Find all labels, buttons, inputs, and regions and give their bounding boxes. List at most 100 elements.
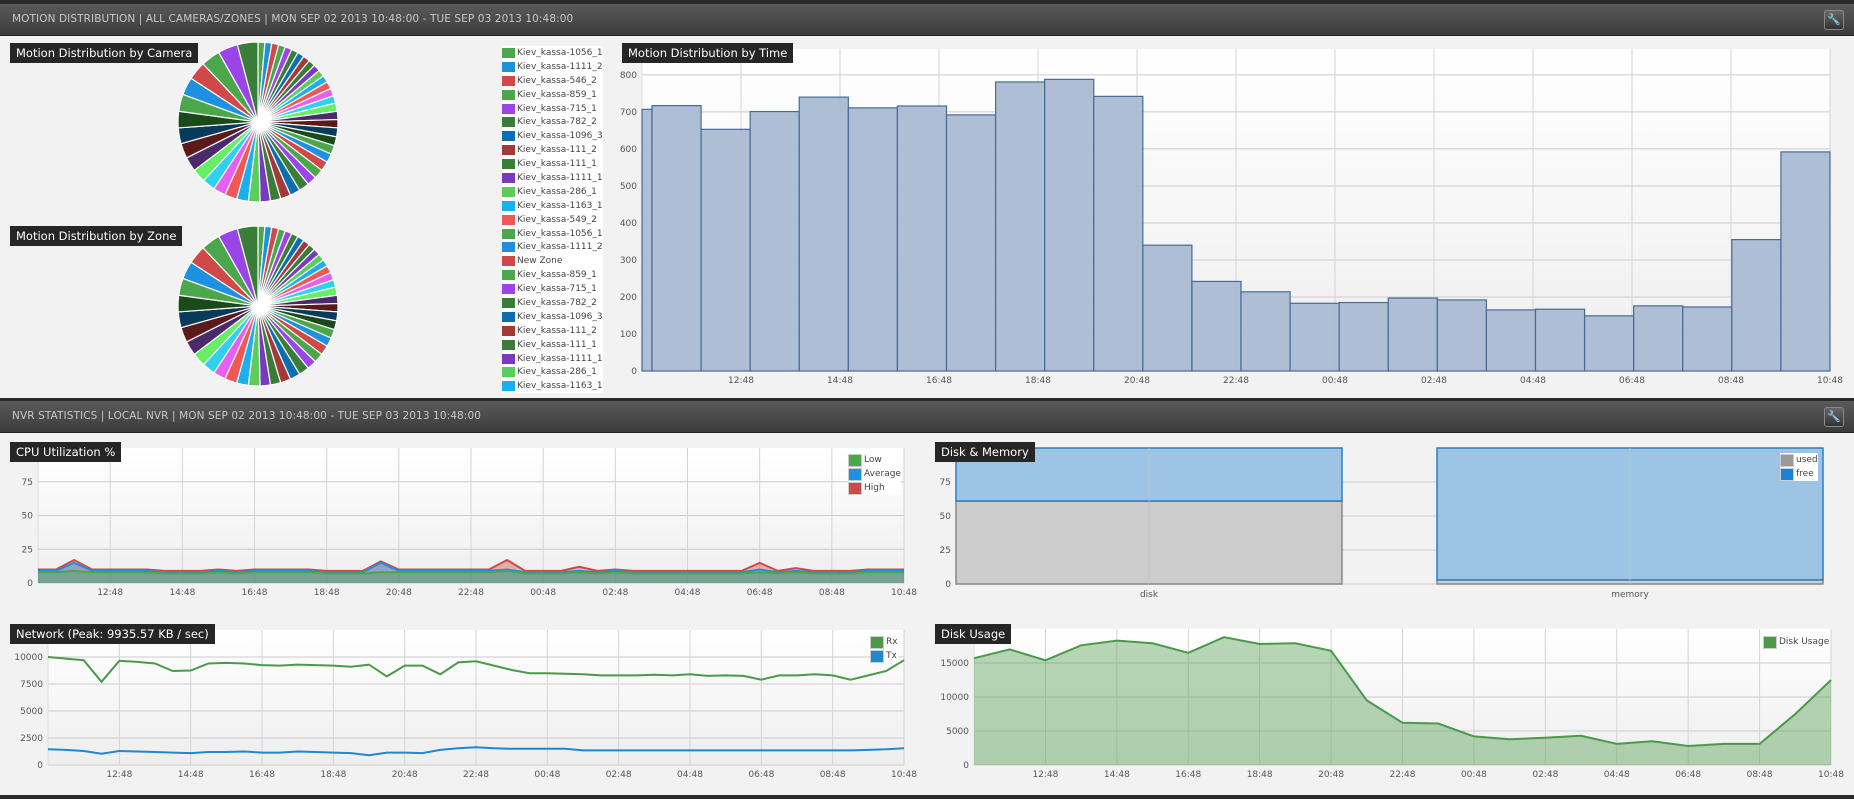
time-histogram-y-tick: 300 [620, 256, 637, 266]
legend-swatch [502, 353, 515, 364]
cpu-chart-y-tick: 50 [22, 512, 34, 522]
histogram-bar [700, 128, 751, 372]
legend-label: Kiev_kassa-111_2 [517, 325, 597, 336]
disk-memory-x-label: memory [1611, 590, 1649, 600]
legend-item[interactable]: Low [848, 453, 901, 467]
cpu-chart-title: CPU Utilization % [10, 442, 122, 462]
legend-item[interactable]: Kiev_kassa-1163_1 [502, 379, 603, 393]
cpu-chart-x-tick: 16:48 [242, 588, 268, 598]
legend-label: Kiev_kassa-859_1 [517, 89, 597, 100]
time-histogram-x-tick: 18:48 [1025, 376, 1051, 386]
time-histogram-y-tick: 500 [620, 182, 637, 192]
legend-item[interactable]: Kiev_kassa-111_2 [502, 143, 603, 157]
disk-memory-chart-y-tick: 25 [940, 546, 951, 556]
legend-item[interactable]: used [1780, 453, 1818, 467]
network-chart-y-tick: 2500 [20, 734, 43, 744]
legend-item[interactable]: Kiev_kassa-1111_2 [502, 240, 603, 254]
legend-item[interactable]: free [1780, 467, 1818, 481]
legend-swatch [1763, 635, 1777, 649]
legend-label: Kiev_kassa-1111_2 [517, 242, 603, 253]
legend-item[interactable]: Kiev_kassa-782_2 [502, 115, 603, 129]
time-histogram-y-tick: 700 [620, 108, 637, 118]
network-chart-x-tick: 20:48 [392, 770, 418, 780]
disk-usage-legend: Disk Usage [1763, 635, 1830, 649]
network-chart-x-tick: 00:48 [534, 770, 560, 780]
disk-memory-chart-y-tick: 50 [940, 512, 952, 522]
cpu-chart-x-tick: 12:48 [97, 588, 123, 598]
legend-label: Kiev_kassa-111_2 [517, 145, 597, 156]
histogram-bar [1436, 299, 1488, 372]
disk-usage-chart-y-tick: 5000 [946, 727, 969, 737]
legend-swatch [502, 117, 515, 128]
time-histogram-x-tick: 06:48 [1619, 376, 1645, 386]
time-histogram-x-tick: 00:48 [1322, 376, 1348, 386]
legend-label: Kiev_kassa-782_2 [517, 297, 597, 308]
legend-item[interactable]: Kiev_kassa-1111_1 [502, 352, 603, 366]
legend-item[interactable]: Average [848, 467, 901, 481]
time-histogram-x-tick: 14:48 [827, 376, 853, 386]
disk-usage-chart-y-tick: 10000 [940, 693, 969, 703]
legend-swatch [502, 47, 515, 58]
histogram-bar [1044, 78, 1095, 372]
time-histogram-x-tick: 16:48 [926, 376, 952, 386]
legend-label: Kiev_kassa-286_1 [517, 367, 597, 378]
time-histogram-title: Motion Distribution by Time [622, 43, 794, 63]
time-histogram-x-tick: 22:48 [1223, 376, 1249, 386]
cpu-chart-x-tick: 02:48 [602, 588, 628, 598]
histogram-bar [1338, 301, 1389, 372]
legend-label: Kiev_kassa-859_1 [517, 270, 597, 281]
legend-item[interactable]: Kiev_kassa-1163_1 [502, 199, 603, 213]
legend-item[interactable]: New Zone [502, 254, 603, 268]
legend-item[interactable]: Kiev_kassa-286_1 [502, 185, 603, 199]
legend-item[interactable]: Kiev_kassa-1056_1 [502, 46, 603, 60]
legend-item[interactable]: Kiev_kassa-111_2 [502, 324, 603, 338]
histogram-bar [1191, 280, 1242, 372]
disk-usage-chart-x-tick: 10:48 [1818, 770, 1844, 780]
legend-item[interactable]: Kiev_kassa-1096_3 [502, 129, 603, 143]
legend-item[interactable]: Kiev_kassa-286_1 [502, 365, 603, 379]
legend-item[interactable]: Kiev_kassa-1111_2 [502, 60, 603, 74]
legend-item[interactable]: Kiev_kassa-1056_1 [502, 227, 603, 241]
legend-label: Kiev_kassa-1163_1 [517, 381, 603, 392]
legend-item[interactable]: Kiev_kassa-859_1 [502, 88, 603, 102]
network-legend: Rx Tx [870, 635, 898, 663]
legend-item[interactable]: Kiev_kassa-549_2 [502, 213, 603, 227]
histogram-bar [1682, 306, 1733, 372]
network-chart-x-tick: 16:48 [249, 770, 275, 780]
disk-usage-chart-x-tick: 16:48 [1175, 770, 1201, 780]
camera-pie-title: Motion Distribution by Camera [10, 43, 199, 63]
legend-item[interactable]: Kiev_kassa-111_1 [502, 157, 603, 171]
disk-usage-chart-x-tick: 20:48 [1318, 770, 1344, 780]
cpu-chart-x-tick: 14:48 [169, 588, 195, 598]
histogram-bar [945, 114, 997, 372]
cpu-chart-y-tick: 75 [22, 478, 33, 488]
legend-item[interactable]: Kiev_kassa-1096_3 [502, 310, 603, 324]
legend-item[interactable]: Kiev_kassa-715_1 [502, 282, 603, 296]
network-chart-x-tick: 10:48 [891, 770, 917, 780]
legend-item[interactable]: Kiev_kassa-111_1 [502, 338, 603, 352]
legend-item[interactable]: High [848, 481, 901, 495]
legend-item[interactable]: Kiev_kassa-782_2 [502, 296, 603, 310]
histogram-bar [1240, 291, 1291, 372]
legend-item[interactable]: Kiev_kassa-1111_1 [502, 171, 603, 185]
legend-item[interactable]: Kiev_kassa-546_2 [502, 74, 603, 88]
legend-item[interactable]: Kiev_kassa-859_1 [502, 268, 603, 282]
time-histogram-x-tick: 20:48 [1124, 376, 1150, 386]
legend-swatch [502, 159, 515, 170]
pie-legend: Kiev_kassa-1056_1 Kiev_kassa-1111_2 Kiev_k… [502, 46, 603, 394]
legend-item[interactable]: Disk Usage [1763, 635, 1829, 649]
histogram-bar [1485, 309, 1537, 372]
network-chart-x-tick: 06:48 [748, 770, 774, 780]
disk-usage-chart-y-tick: 15000 [940, 659, 969, 669]
legend-item[interactable]: Rx [870, 635, 898, 649]
legend-item[interactable]: Kiev_kassa-715_1 [502, 102, 603, 116]
time-histogram-x-tick: 04:48 [1520, 376, 1546, 386]
legend-label: Kiev_kassa-1056_1 [517, 228, 603, 239]
legend-swatch [502, 89, 515, 100]
cpu-chart-y-tick: 25 [22, 545, 33, 555]
legend-swatch [502, 103, 515, 114]
legend-item[interactable]: Tx [870, 649, 898, 663]
legend-swatch [848, 467, 862, 481]
disk-memory-legend: used free [1780, 453, 1818, 481]
disk-usage-chart-x-tick: 18:48 [1247, 770, 1273, 780]
